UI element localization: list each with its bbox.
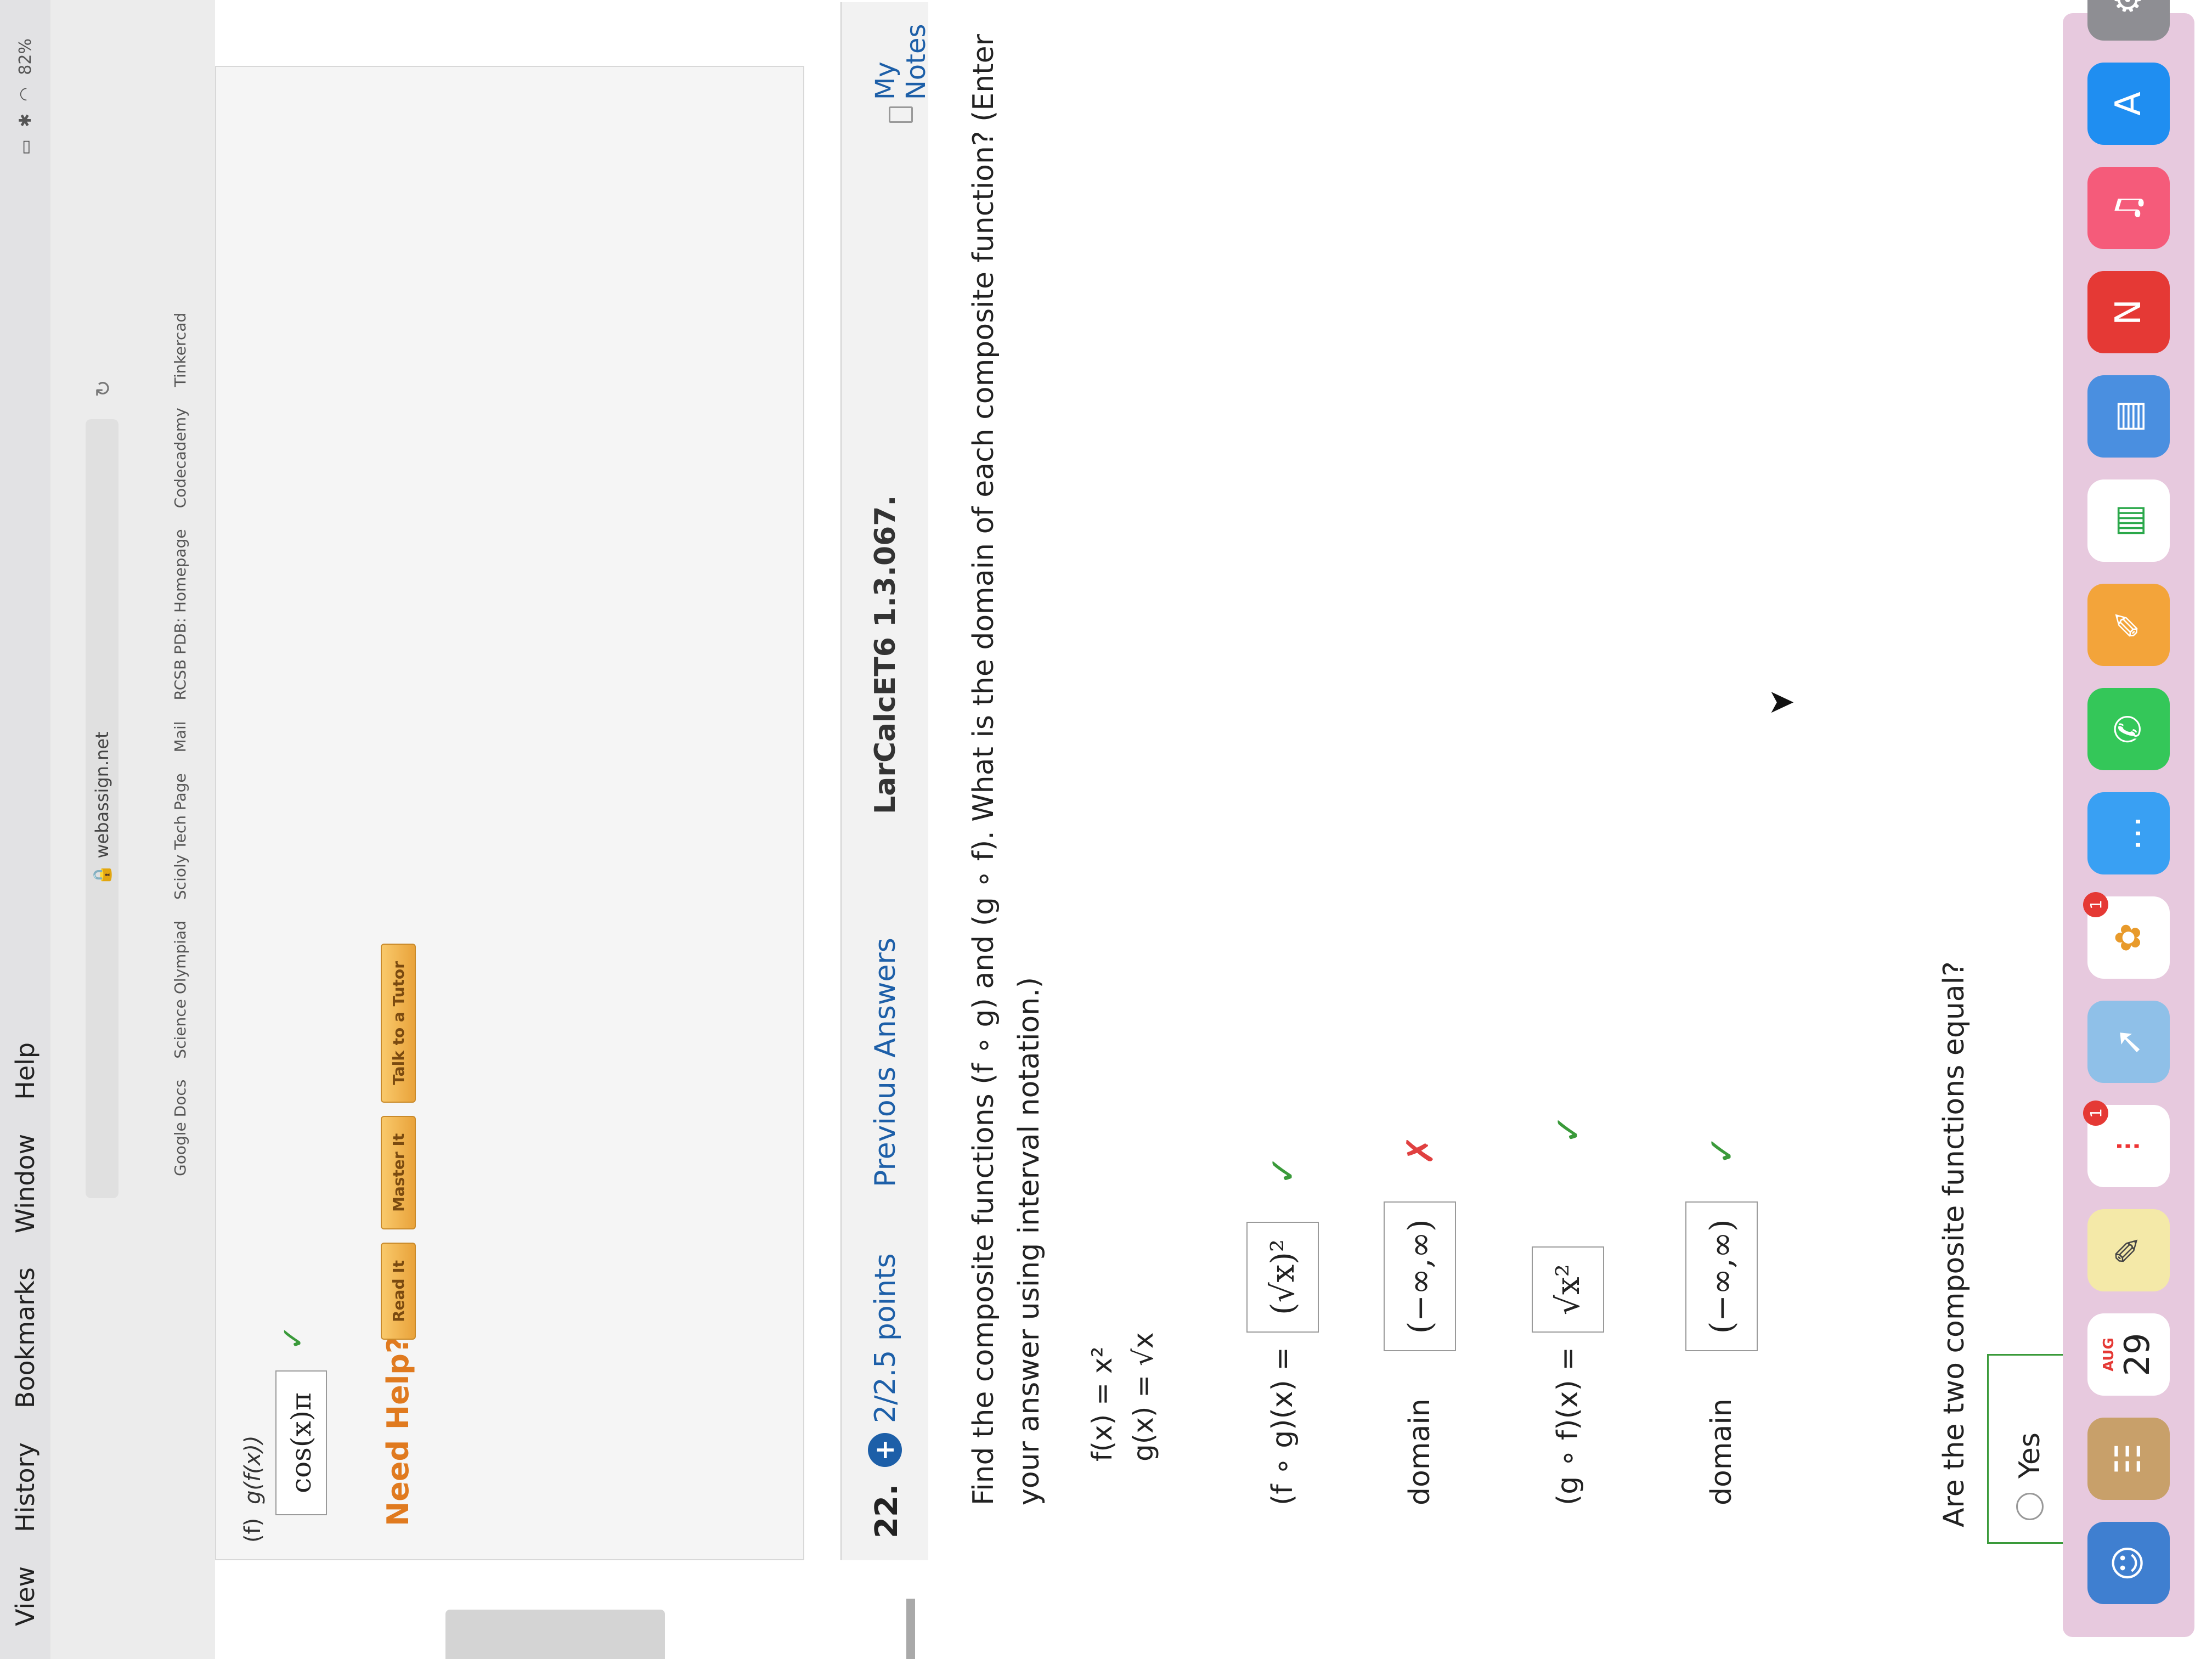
scrollbar[interactable] — [906, 1599, 915, 1659]
lock-icon: 🔒 — [92, 858, 112, 886]
master-it-button[interactable]: Master It — [381, 1115, 416, 1229]
music-icon[interactable]: ♫ — [2087, 167, 2170, 249]
system-preferences-icon[interactable]: ⚙ — [2087, 0, 2170, 41]
read-it-button[interactable]: Read It — [381, 1242, 416, 1340]
finder-icon[interactable]: ☺ — [2087, 1522, 2170, 1604]
laptop-screen: View History Bookmarks Window Help ▭ ✱ ◠… — [0, 0, 2212, 1659]
reload-icon[interactable]: ↻ — [91, 380, 115, 397]
function-definitions: f(x) = x² g(x) = √x — [1082, 1333, 1164, 1462]
cast-icon[interactable]: ▭ — [16, 139, 35, 155]
status-area: ▭ ✱ ◠ 82% — [16, 38, 35, 167]
gof-label: (g ∘ f)(x) = — [1551, 1347, 1584, 1505]
answer-box[interactable]: cos(x)π — [275, 1370, 327, 1515]
notes-app-icon[interactable]: ✎ — [2087, 1209, 2170, 1291]
menu-help[interactable]: Help — [10, 1042, 40, 1100]
domain-1-answer-box[interactable]: (−∞,∞) — [1384, 1201, 1456, 1352]
f-definition: f(x) = x² — [1086, 1346, 1118, 1462]
menu-bar: View History Bookmarks Window Help ▭ ✱ ◠… — [0, 0, 51, 1659]
question-21-panel: (f) g(f(x)) cos(x)π ✓ Need Help? Read It… — [215, 66, 804, 1560]
photos-badge: 1 — [2083, 892, 2108, 917]
domain-label: domain — [1705, 1398, 1738, 1505]
bookmarks-bar: Google Docs Science Olympiad Scioly Tech… — [171, 313, 189, 1176]
messages-icon[interactable]: … — [2087, 792, 2170, 874]
problem-statement: Find the composite functions (f ∘ g) and… — [967, 34, 1046, 1505]
keynote-icon[interactable]: ▤ — [2087, 375, 2170, 458]
calendar-month: AUG — [2100, 1338, 2117, 1372]
equal-question: Are the two composite functions equal? — [1938, 961, 1971, 1527]
mouse-pointer-icon: ➤ — [1767, 682, 1796, 721]
talk-to-tutor-button[interactable]: Talk to a Tutor — [381, 944, 416, 1103]
domain-1-row: domain (−∞,∞) ✗ — [1384, 1135, 1456, 1505]
need-help-label: Need Help? — [381, 1336, 415, 1526]
bookmark-scioly-tech[interactable]: Scioly Tech Page — [171, 773, 189, 900]
bookmark-google-docs[interactable]: Google Docs — [171, 1080, 189, 1176]
wifi-icon[interactable]: ◠ — [16, 87, 35, 101]
bookmark-tinkercad[interactable]: Tinkercad — [171, 313, 189, 387]
menu-view[interactable]: View — [10, 1566, 40, 1626]
photos-icon[interactable]: ✿ 1 — [2083, 892, 2170, 979]
fog-label: (f ∘ g)(x) = — [1266, 1347, 1299, 1505]
fog-row: (f ∘ g)(x) = (√x)² ✓ — [1246, 1155, 1319, 1505]
battery-percent[interactable]: 82% — [16, 38, 35, 75]
checkmark-icon: ✓ — [1261, 1155, 1304, 1186]
g-definition: g(x) = √x — [1127, 1332, 1159, 1462]
contacts-icon[interactable]: ☷ — [2087, 1418, 2170, 1500]
radio-button[interactable] — [2016, 1493, 2044, 1520]
domain-2-answer-box[interactable]: (−∞,∞) — [1685, 1201, 1758, 1352]
menu-window[interactable]: Window — [10, 1134, 40, 1233]
checkmark-icon: ✓ — [1700, 1135, 1743, 1166]
reminders-icon[interactable]: ⁝ 1 — [2083, 1101, 2170, 1187]
question-code: LarCalcET6 1.3.067. — [869, 495, 902, 814]
domain-label: domain — [1403, 1398, 1436, 1505]
browser-chrome: 🔒 webassign.net ↻ Google Docs Science Ol… — [50, 0, 216, 1659]
calendar-icon[interactable]: AUG 29 — [2087, 1313, 2170, 1396]
help-buttons: Read It Master It Talk to a Tutor — [381, 944, 416, 1340]
part-label: (f) — [240, 1517, 266, 1543]
question-22-header: 22. + 2/2.5 points Previous Answers LarC… — [840, 2, 932, 1560]
app-store-icon[interactable]: A — [2087, 63, 2170, 145]
numbers-icon[interactable]: ▥ — [2087, 479, 2170, 562]
notes-icon — [889, 106, 913, 123]
bookmark-rcsb[interactable]: RCSB PDB: Homepage — [171, 529, 189, 700]
url-text: webassign.net — [92, 731, 112, 859]
gof-answer-box[interactable]: √x² — [1532, 1246, 1604, 1333]
calendar-day: 29 — [2117, 1333, 2157, 1376]
points-link[interactable]: 2/2.5 points — [869, 1253, 902, 1423]
fog-answer-box[interactable]: (√x)² — [1246, 1221, 1319, 1333]
bookmark-mail[interactable]: Mail — [171, 721, 189, 752]
reminders-badge: 1 — [2083, 1101, 2108, 1126]
menu-history[interactable]: History — [10, 1442, 40, 1532]
checkmark-icon: ✓ — [1547, 1114, 1589, 1145]
webassign-page: (f) g(f(x)) cos(x)π ✓ Need Help? Read It… — [215, 0, 2212, 1659]
gof-row: (g ∘ f)(x) = √x² ✓ — [1532, 1114, 1604, 1505]
bluetooth-icon[interactable]: ✱ — [16, 114, 35, 127]
question-number: 22. — [869, 1483, 905, 1538]
facetime-icon[interactable]: ✆ — [2087, 688, 2170, 770]
dock: ☺ ☷ AUG 29 ✎ ⁝1 ➚ ✿1 … ✆ ✐ ▥ ▤ N ♫ A ⚙ S… — [2063, 0, 2194, 1637]
domain-2-row: domain (−∞,∞) ✓ — [1685, 1135, 1758, 1505]
part-expression: g(f(x)) — [240, 1435, 266, 1504]
checkmark-icon: ✓ — [275, 1325, 311, 1351]
yes-option[interactable]: Yes — [1987, 1354, 2073, 1544]
question-22-body: Find the composite functions (f ∘ g) and… — [928, 2, 2190, 1560]
bookmark-codecademy[interactable]: Codecademy — [171, 408, 189, 508]
menu-bookmarks[interactable]: Bookmarks — [10, 1267, 40, 1408]
my-notes-label: My Notes — [870, 24, 932, 100]
yes-label: Yes — [2013, 1432, 2046, 1479]
cross-icon: ✗ — [1398, 1135, 1441, 1166]
bookmark-science-olympiad[interactable]: Science Olympiad — [171, 921, 189, 1059]
my-notes-link[interactable]: My Notes — [870, 2, 932, 123]
previous-answers-link[interactable]: Previous Answers — [869, 938, 902, 1187]
sidebar-tab[interactable] — [445, 1610, 665, 1659]
expand-plus-icon[interactable]: + — [868, 1433, 902, 1467]
maps-icon[interactable]: ➚ — [2087, 1001, 2170, 1083]
news-icon[interactable]: N — [2087, 271, 2170, 353]
pages-icon[interactable]: ✐ — [2087, 584, 2170, 666]
address-bar[interactable]: 🔒 webassign.net — [86, 419, 119, 1198]
